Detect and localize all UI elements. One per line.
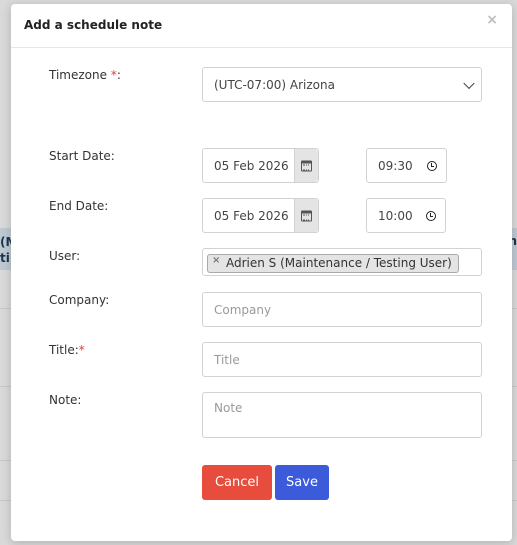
company-input[interactable]: Company: [202, 292, 482, 327]
schedule-note-modal: Add a schedule note × Timezone *: (UTC-0…: [11, 4, 512, 541]
chevron-down-icon: [463, 77, 475, 89]
note-textarea[interactable]: Note: [202, 392, 482, 438]
timezone-value: (UTC-07:00) Arizona: [214, 77, 335, 92]
calendar-icon: [301, 210, 312, 221]
title-input[interactable]: Title: [202, 342, 482, 377]
user-multiselect[interactable]: × Adrien S (Maintenance / Testing User): [202, 248, 482, 276]
save-button[interactable]: Save: [275, 465, 329, 500]
end-date-value: 05 Feb 2026: [214, 208, 289, 223]
timezone-label-suffix: :: [116, 68, 121, 82]
title-placeholder: Title: [214, 352, 240, 367]
note-placeholder: Note: [214, 401, 243, 415]
clock-icon[interactable]: [427, 160, 437, 171]
company-label: Company:: [49, 293, 110, 307]
start-date-label: Start Date:: [49, 149, 115, 163]
start-date-input[interactable]: 05 Feb 2026: [202, 148, 319, 183]
company-placeholder: Company: [214, 302, 272, 317]
calendar-icon: [301, 160, 312, 171]
user-label: User:: [49, 249, 81, 263]
modal-header: Add a schedule note ×: [11, 4, 512, 48]
start-time-value: 09:30: [378, 158, 413, 173]
note-label: Note:: [49, 393, 82, 407]
timezone-label-text: Timezone: [49, 68, 107, 82]
start-date-picker-button[interactable]: [294, 149, 318, 182]
remove-tag-icon[interactable]: ×: [212, 255, 220, 266]
end-time-input[interactable]: 10:00: [366, 198, 446, 233]
end-time-value: 10:00: [378, 208, 413, 223]
title-label-text: Title:: [49, 343, 79, 357]
end-date-input[interactable]: 05 Feb 2026: [202, 198, 319, 233]
end-date-picker-button[interactable]: [294, 199, 318, 232]
cancel-button[interactable]: Cancel: [202, 465, 272, 500]
clock-icon[interactable]: [426, 210, 436, 221]
modal-title: Add a schedule note: [24, 18, 163, 32]
close-icon[interactable]: ×: [486, 12, 498, 28]
start-date-value: 05 Feb 2026: [214, 158, 289, 173]
end-date-label: End Date:: [49, 199, 109, 213]
start-time-input[interactable]: 09:30: [366, 148, 447, 183]
title-label: Title:*: [49, 343, 85, 357]
selected-user-tag: × Adrien S (Maintenance / Testing User): [207, 254, 459, 273]
timezone-label: Timezone *:: [49, 68, 121, 82]
selected-user-label: Adrien S (Maintenance / Testing User): [226, 256, 452, 270]
timezone-select[interactable]: (UTC-07:00) Arizona: [202, 67, 482, 102]
required-mark: *: [78, 343, 85, 357]
